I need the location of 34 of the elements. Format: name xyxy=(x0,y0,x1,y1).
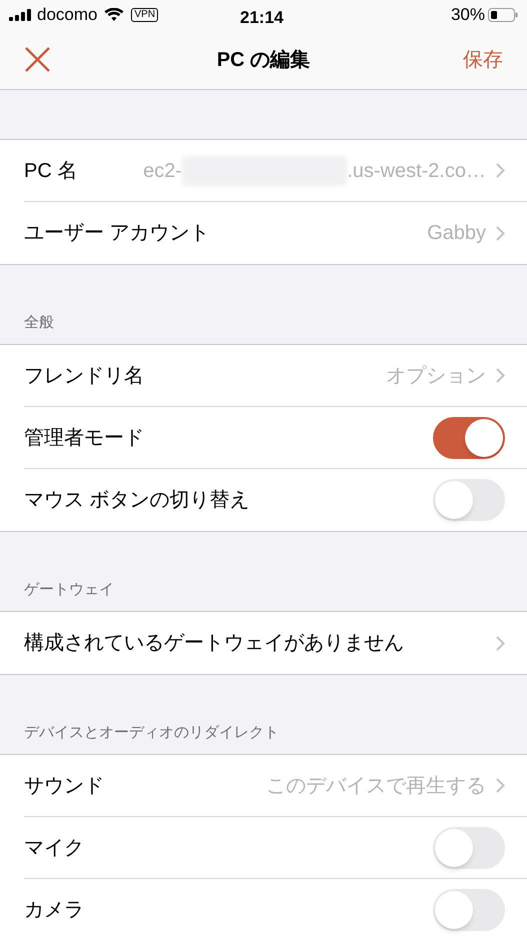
battery-icon xyxy=(488,8,518,22)
clock-time: 21:14 xyxy=(240,7,284,29)
settings-row[interactable]: ユーザー アカウント Gabby xyxy=(24,202,527,264)
row-value: オプション xyxy=(386,364,486,388)
row-label: マウス ボタンの切り替え xyxy=(24,488,250,513)
section-header: デバイスとオーディオのリダイレクト xyxy=(24,722,279,742)
row-label: マイク xyxy=(24,836,84,860)
chevron-icon xyxy=(496,368,505,383)
chevron-icon xyxy=(496,163,505,178)
row-label: 管理者モード xyxy=(24,426,144,450)
row-value: ec2- xyxy=(143,158,182,184)
signal-icon xyxy=(9,9,32,21)
settings-row[interactable]: フレンドリ名 オプション xyxy=(24,345,527,407)
section-header: ゲートウェイ xyxy=(24,580,114,600)
settings-row[interactable]: PC 名 ec2- .us-west-2.co… xyxy=(24,140,527,202)
battery-percent: 30% xyxy=(450,4,485,26)
chevron-icon xyxy=(496,226,505,240)
settings-row[interactable]: サウンド このデバイスで再生する xyxy=(24,755,527,817)
chevron-icon xyxy=(496,778,505,793)
close-button[interactable] xyxy=(24,46,50,72)
vpn-badge: VPN xyxy=(131,8,158,22)
row-value: Gabby xyxy=(427,221,486,246)
save-button[interactable]: 保存 xyxy=(463,44,503,74)
toggle-switch[interactable] xyxy=(433,416,505,458)
chevron-icon xyxy=(496,636,505,650)
row-value: .us-west-2.co… xyxy=(347,158,486,184)
row-label: カメラ xyxy=(24,898,84,923)
settings-row[interactable]: 構成されているゲートウェイがありません xyxy=(24,612,527,674)
nav-title: PC の編集 xyxy=(216,48,310,72)
row-value: このデバイスで再生する xyxy=(266,774,486,798)
close-icon xyxy=(24,47,50,72)
carrier-name: docomo xyxy=(37,4,98,26)
section-header: 全般 xyxy=(24,312,54,332)
wifi-icon xyxy=(104,8,124,22)
